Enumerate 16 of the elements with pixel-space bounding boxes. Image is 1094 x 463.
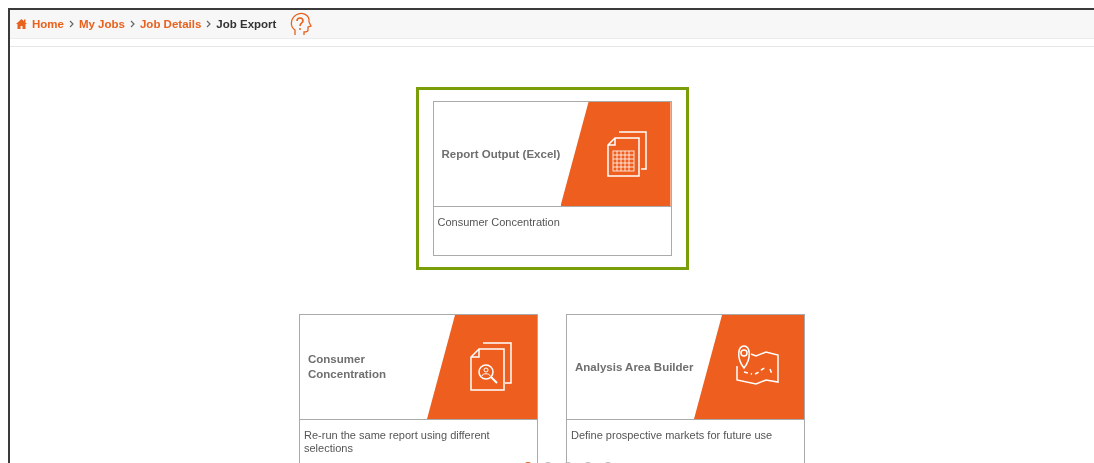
breadcrumb-current: Job Export <box>216 18 277 30</box>
document-search-icon <box>467 340 515 394</box>
report-card[interactable]: Report Output (Excel) Consumer Concentration <box>432 101 672 256</box>
card-title: Report Output (Excel) <box>440 146 562 162</box>
card-description: Define prospective markets for future use <box>570 428 774 443</box>
chevron-icon <box>206 20 212 28</box>
card-description: Re-run the same report using different selections <box>303 428 491 456</box>
report-card[interactable]: Consumer Concentration Re-run the same report using different selections <box>299 314 538 463</box>
chevron-icon <box>68 20 74 28</box>
chevron-icon <box>129 20 135 28</box>
card-description: Consumer Concentration <box>436 215 561 230</box>
report-card[interactable]: Analysis Area Builder Define prospective markets for future use <box>566 314 805 463</box>
spreadsheet-icon <box>604 129 649 179</box>
card-title: Consumer Concentration <box>307 352 387 382</box>
card-title: Analysis Area Builder <box>574 359 695 375</box>
home-icon <box>16 19 27 29</box>
